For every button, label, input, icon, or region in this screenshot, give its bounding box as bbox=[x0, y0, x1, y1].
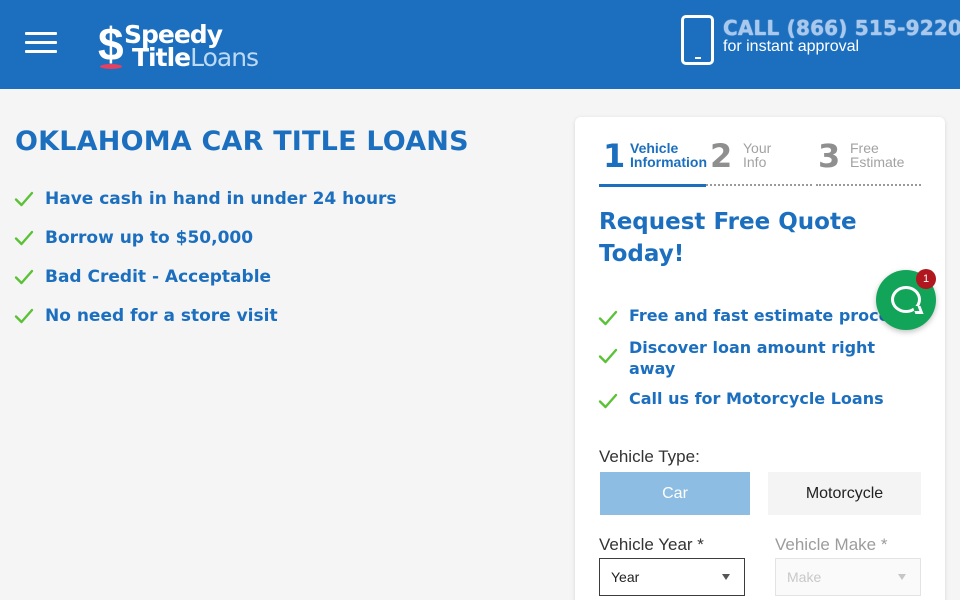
step-label-line2: Information bbox=[630, 154, 707, 170]
step-label: Your Info bbox=[743, 141, 771, 169]
logo-title-loans: TitleLoans bbox=[132, 43, 259, 73]
vehicle-year-label: Vehicle Year * bbox=[599, 535, 704, 554]
vehicle-make-select[interactable]: Make bbox=[775, 558, 921, 596]
step-number: 1 bbox=[603, 137, 626, 175]
logo-dollar-sign: $ bbox=[98, 18, 124, 70]
check-icon bbox=[598, 310, 618, 326]
step-vehicle-information[interactable]: 1 Vehicle Information bbox=[599, 133, 707, 188]
step-label-line2: Estimate bbox=[850, 154, 905, 170]
check-icon bbox=[598, 348, 618, 364]
step-your-info[interactable]: 2 Your Info bbox=[706, 133, 814, 188]
form-steps: 1 Vehicle Information 2 Your Info 3 Free Es… bbox=[599, 133, 921, 188]
logo-loans: Loans bbox=[190, 43, 259, 72]
vehicle-type-car-button[interactable]: Car bbox=[600, 472, 750, 515]
benefits-list: Have cash in hand in under 24 hours Borr… bbox=[14, 187, 397, 343]
benefit-text: Have cash in hand in under 24 hours bbox=[45, 189, 397, 209]
benefit-text: Bad Credit - Acceptable bbox=[45, 267, 272, 287]
benefit-item: Borrow up to $50,000 bbox=[14, 226, 397, 265]
check-icon bbox=[14, 191, 34, 207]
benefit-item: No need for a store visit bbox=[14, 304, 397, 343]
quote-benefit-text: Free and fast estimate process bbox=[629, 306, 909, 325]
step-label: Free Estimate bbox=[850, 141, 904, 169]
chevron-down-icon bbox=[722, 574, 730, 580]
site-logo[interactable]: $ Speedy TitleLoans bbox=[98, 18, 259, 73]
step-number: 2 bbox=[710, 137, 733, 175]
smartphone-icon bbox=[681, 15, 714, 65]
vehicle-year-select[interactable]: Year bbox=[599, 558, 745, 596]
step-free-estimate[interactable]: 3 Free Estimate bbox=[816, 133, 921, 188]
quote-form-card: 1 Vehicle Information 2 Your Info 3 Free Es… bbox=[575, 117, 945, 600]
step-underline bbox=[816, 184, 921, 186]
quote-benefit-item: Discover loan amount right away bbox=[598, 337, 938, 379]
benefit-item: Have cash in hand in under 24 hours bbox=[14, 187, 397, 226]
quote-benefit-item: Call us for Motorcycle Loans bbox=[598, 388, 938, 411]
step-underline bbox=[599, 184, 706, 187]
page-title: OKLAHOMA CAR TITLE LOANS bbox=[15, 126, 469, 157]
vehicle-type-motorcycle-button[interactable]: Motorcycle bbox=[768, 472, 921, 515]
logo-swoosh bbox=[100, 64, 122, 69]
vehicle-make-value: Make bbox=[787, 569, 822, 585]
benefit-item: Bad Credit - Acceptable bbox=[14, 265, 397, 304]
quote-benefit-text: Discover loan amount right away bbox=[629, 338, 876, 378]
step-label: Vehicle Information bbox=[630, 141, 707, 169]
chevron-down-icon bbox=[898, 574, 906, 580]
hamburger-menu-icon[interactable] bbox=[25, 32, 57, 54]
quote-benefit-text: Call us for Motorcycle Loans bbox=[629, 389, 884, 408]
check-icon bbox=[14, 269, 34, 285]
call-phone-link[interactable]: CALL (866) 515-9220 bbox=[723, 16, 960, 40]
benefit-text: No need for a store visit bbox=[45, 306, 278, 326]
chat-bubble-tail bbox=[912, 306, 924, 314]
step-underline bbox=[706, 184, 812, 186]
step-number: 3 bbox=[818, 137, 841, 175]
vehicle-year-value: Year bbox=[611, 569, 640, 585]
step-label-line2: Info bbox=[743, 154, 767, 170]
check-icon bbox=[598, 393, 618, 409]
benefit-text: Borrow up to $50,000 bbox=[45, 228, 254, 248]
site-header: $ Speedy TitleLoans CALL (866) 515-9220 … bbox=[0, 0, 960, 89]
vehicle-type-label: Vehicle Type: bbox=[599, 447, 700, 466]
call-subtext: for instant approval bbox=[723, 38, 860, 55]
check-icon bbox=[14, 230, 34, 246]
logo-title: Title bbox=[132, 43, 191, 72]
chat-notification-badge: 1 bbox=[916, 269, 936, 289]
quote-title: Request Free Quote Today! bbox=[599, 209, 857, 267]
check-icon bbox=[14, 308, 34, 324]
vehicle-make-label: Vehicle Make * bbox=[775, 535, 888, 554]
